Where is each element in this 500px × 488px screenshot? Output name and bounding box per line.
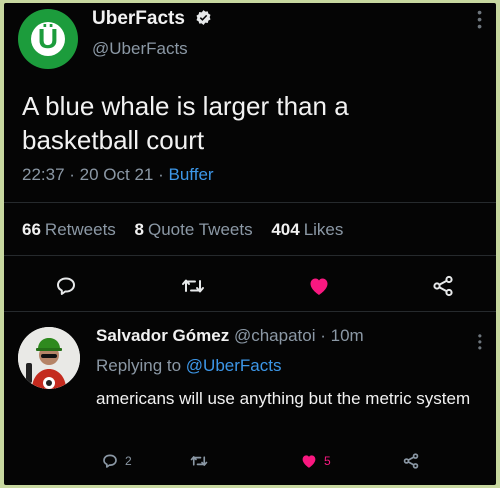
replying-to-handle[interactable]: @UberFacts	[186, 356, 282, 375]
reply-avatar-photo	[18, 327, 80, 389]
heart-icon	[302, 455, 316, 468]
heart-icon	[310, 278, 328, 295]
reply-more-icon[interactable]: • • •	[478, 330, 482, 354]
retweet-button[interactable]	[178, 271, 208, 301]
reply-author-handle[interactable]: @chapatoi	[234, 326, 316, 345]
quotes-stat[interactable]: 8 Quote Tweets	[135, 220, 253, 239]
verified-badge-icon	[196, 10, 211, 25]
tweet-source[interactable]: Buffer	[169, 165, 214, 184]
reply-icon	[57, 277, 75, 295]
quotes-label: Quote Tweets	[148, 220, 253, 239]
divider	[4, 311, 496, 312]
reply-count: 2	[125, 454, 132, 468]
reply-header: Salvador Gómez @chapatoi · 10m	[96, 326, 364, 346]
author-display-name[interactable]: UberFacts	[92, 8, 185, 29]
divider	[4, 255, 496, 256]
reply-age[interactable]: 10m	[331, 326, 364, 345]
retweet-icon	[190, 456, 208, 466]
reply-share-button[interactable]	[402, 449, 426, 473]
retweet-icon	[182, 279, 204, 293]
meta-separator: ·	[158, 165, 169, 184]
uberfacts-logo: Ü	[31, 22, 65, 56]
tweet-date[interactable]: 20 Oct 21	[80, 165, 154, 184]
author-name[interactable]: UberFacts	[92, 8, 212, 30]
replying-to: Replying to @UberFacts	[96, 356, 281, 376]
meta-separator: ·	[320, 326, 331, 345]
reply-avatar[interactable]	[18, 327, 80, 389]
likes-count: 404	[271, 220, 300, 239]
more-icon[interactable]: • • •	[477, 5, 482, 33]
tweet-text: A blue whale is larger than a basketball…	[22, 91, 349, 155]
retweets-count: 66	[22, 220, 41, 239]
reply-icon	[103, 454, 117, 468]
likes-stat[interactable]: 404 Likes	[271, 220, 343, 239]
avatar[interactable]: Ü	[18, 9, 78, 69]
tweet-time[interactable]: 22:37	[22, 165, 65, 184]
author-handle[interactable]: @UberFacts	[92, 39, 188, 59]
like-button[interactable]	[304, 271, 334, 301]
reply-button[interactable]	[51, 271, 81, 301]
quotes-count: 8	[134, 220, 144, 239]
likes-label: Likes	[303, 220, 344, 239]
tweet-screenshot: Ü UberFacts @UberFacts • • • A blue whale …	[4, 3, 496, 485]
share-button[interactable]	[428, 271, 458, 301]
retweets-label: Retweets	[44, 220, 116, 239]
tweet-meta: 22:37 · 20 Oct 21 · Buffer	[22, 165, 214, 185]
reply-retweet-button[interactable]	[189, 449, 215, 473]
divider	[4, 202, 496, 203]
replying-prefix: Replying to	[96, 356, 182, 375]
tweet-stats: 66 Retweets 8 Quote Tweets 404 Likes	[22, 220, 343, 240]
reply-reply-button[interactable]: 2	[101, 449, 132, 473]
share-icon	[433, 275, 453, 297]
meta-separator: ·	[69, 165, 80, 184]
retweets-stat[interactable]: 66 Retweets	[22, 220, 116, 239]
reply-like-count: 5	[324, 454, 331, 468]
share-icon	[403, 453, 419, 469]
reply-text: americans will use anything but the metr…	[96, 389, 471, 408]
reply-author-name[interactable]: Salvador Gómez	[96, 326, 229, 345]
reply-like-button[interactable]: 5	[300, 449, 331, 473]
